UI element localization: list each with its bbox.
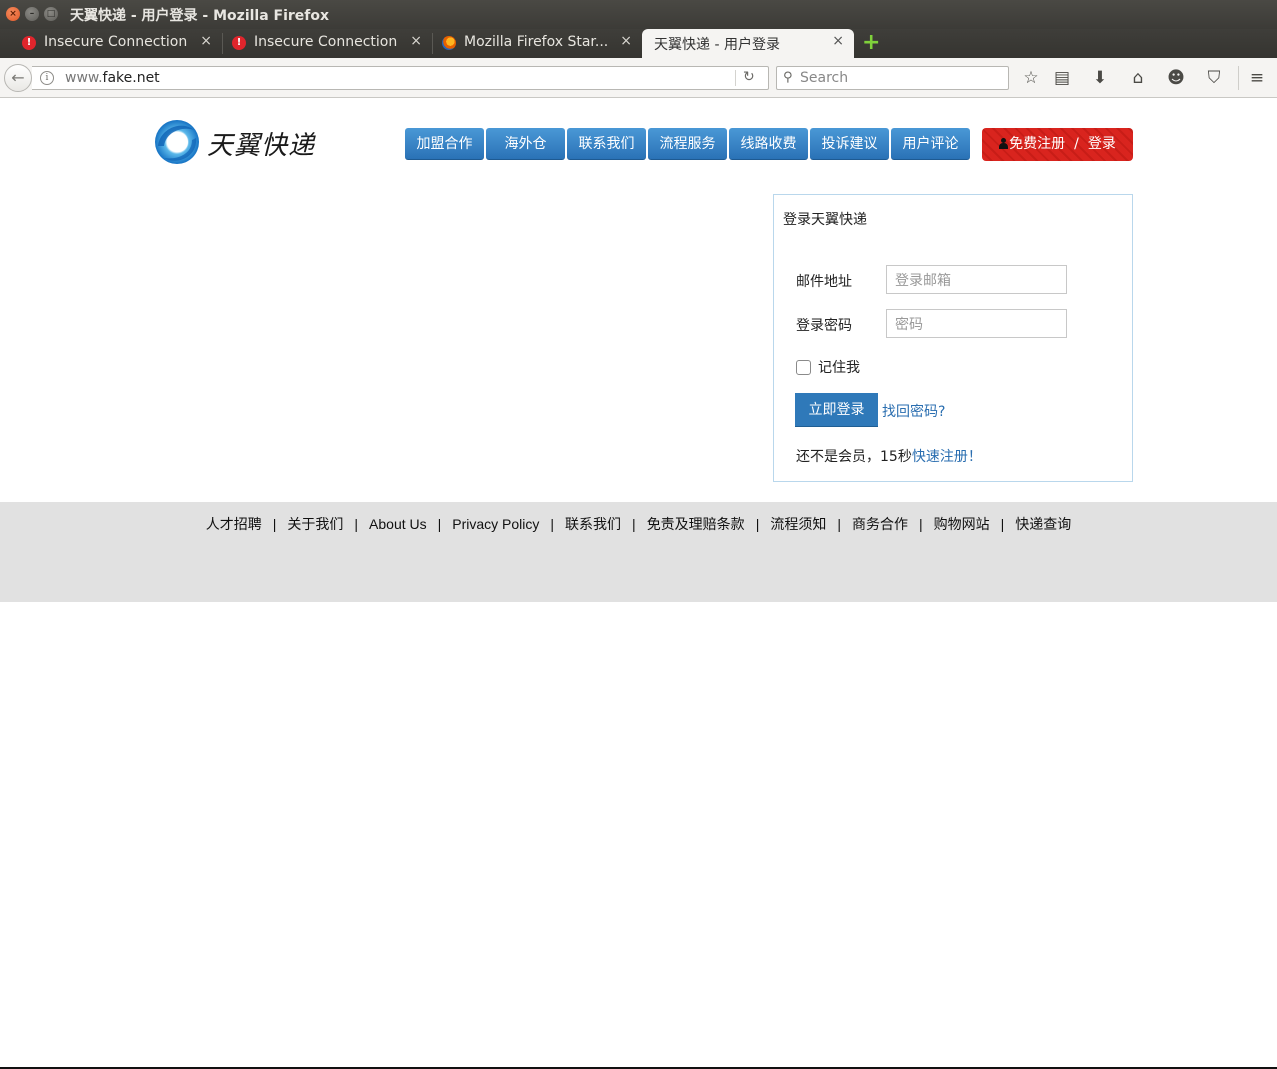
footer-separator: |	[437, 516, 442, 532]
footer-link-about-us[interactable]: About Us	[369, 516, 427, 532]
tab-close-icon[interactable]: ×	[832, 33, 844, 49]
reading-list-icon[interactable]: ▤	[1051, 67, 1073, 89]
home-icon[interactable]: ⌂	[1127, 67, 1149, 89]
footer-separator: |	[918, 516, 923, 532]
footer-link-careers[interactable]: 人才招聘	[206, 514, 262, 534]
footer-separator: |	[1000, 516, 1005, 532]
email-field[interactable]: 登录邮箱	[886, 265, 1067, 294]
not-member-text: 还不是会员，15秒快速注册！	[796, 446, 982, 466]
footer-separator: |	[755, 516, 760, 532]
menu-icon[interactable]: ≡	[1246, 67, 1268, 89]
chat-icon[interactable]: ☻	[1165, 67, 1187, 89]
toolbar-separator	[1238, 66, 1239, 90]
footer-separator: |	[550, 516, 555, 532]
download-icon[interactable]: ⬇	[1089, 67, 1111, 89]
footer-link-disclaimer[interactable]: 免责及理赔条款	[647, 514, 745, 534]
site-logo[interactable]: 天翼快递	[152, 116, 322, 168]
tab-label: Insecure Connection	[254, 34, 398, 50]
forgot-password-link[interactable]: 找回密码?	[882, 401, 945, 421]
url-bar[interactable]: i www.fake.net ↻	[32, 66, 769, 90]
new-tab-icon[interactable]: +	[862, 32, 880, 54]
remember-me-checkbox[interactable]	[796, 360, 811, 375]
user-icon	[999, 138, 1009, 149]
site-footer: 人才招聘 | 关于我们 | About Us | Privacy Policy | 联系我们 | 免…	[0, 502, 1277, 602]
search-icon: ⚲	[783, 70, 793, 85]
login-link[interactable]: 登录	[1088, 136, 1116, 152]
url-text[interactable]: www.fake.net	[65, 70, 160, 86]
search-input[interactable]: Search	[800, 70, 848, 86]
tab-label: 天翼快递 - 用户登录	[654, 37, 780, 53]
tab-insecure-connection-1[interactable]: ! Insecure Connection ×	[0, 29, 222, 58]
window-close-button[interactable]: ×	[6, 7, 20, 21]
register-link[interactable]: 免费注册	[1009, 136, 1065, 152]
window-minimize-button[interactable]: –	[25, 7, 39, 21]
tab-firefox-start[interactable]: Mozilla Firefox Star... ×	[420, 29, 642, 58]
search-bar[interactable]: ⚲ Search	[776, 66, 1009, 90]
nav-item-overseas-warehouse[interactable]: 海外仓	[486, 128, 565, 160]
register-separator: /	[1074, 136, 1079, 152]
window-titlebar: × – □ 天翼快递 - 用户登录 - Mozilla Firefox	[0, 0, 1277, 29]
password-field[interactable]: 密码	[886, 309, 1067, 338]
not-member-prefix: 还不是会员，15秒	[796, 449, 912, 465]
nav-item-contact[interactable]: 联系我们	[567, 128, 646, 160]
site-info-icon[interactable]: i	[40, 71, 54, 85]
footer-separator: |	[272, 516, 277, 532]
window-maximize-button[interactable]: □	[44, 7, 58, 21]
footer-link-tracking[interactable]: 快递查询	[1015, 514, 1071, 534]
warning-icon: !	[22, 36, 36, 50]
nav-item-process[interactable]: 流程服务	[648, 128, 727, 160]
window-title: 天翼快递 - 用户登录 - Mozilla Firefox	[70, 8, 330, 24]
logo-text: 天翼快递	[207, 131, 316, 161]
password-label: 登录密码	[796, 318, 852, 334]
footer-separator: |	[632, 516, 636, 532]
register-login-button[interactable]: 免费注册 / 登录	[982, 128, 1133, 161]
remember-me-label[interactable]: 记住我	[818, 357, 860, 377]
tab-login-page[interactable]: 天翼快递 - 用户登录 ×	[642, 29, 854, 58]
footer-link-privacy[interactable]: Privacy Policy	[452, 516, 539, 532]
footer-link-about-cn[interactable]: 关于我们	[287, 514, 343, 534]
footer-link-business[interactable]: 商务合作	[852, 514, 908, 534]
warning-icon: !	[232, 36, 246, 50]
pocket-icon[interactable]: ⛉	[1203, 67, 1225, 89]
nav-item-join[interactable]: 加盟合作	[405, 128, 484, 160]
login-panel: 登录天翼快递 邮件地址 登录邮箱 登录密码 密码 记住我 立即登录 找回密码? …	[773, 194, 1133, 482]
footer-link-process-notes[interactable]: 流程须知	[770, 514, 826, 534]
email-label: 邮件地址	[796, 274, 852, 290]
nav-item-reviews[interactable]: 用户评论	[891, 128, 970, 160]
tab-label: Mozilla Firefox Star...	[464, 34, 609, 50]
navigation-toolbar: ← i www.fake.net ↻ ⚲ Search ☆ ▤ ⬇ ⌂ ☻ ⛉ …	[0, 58, 1277, 98]
reload-icon[interactable]: ↻	[743, 69, 755, 85]
login-panel-title: 登录天翼快递	[783, 212, 867, 228]
web-page: 天翼快递 加盟合作 海外仓 联系我们 流程服务 线路收费 投诉建议 用户评论 免…	[0, 98, 1277, 1069]
tab-insecure-connection-2[interactable]: ! Insecure Connection ×	[210, 29, 432, 58]
tab-strip: ! Insecure Connection × ! Insecure Conne…	[0, 29, 1277, 58]
url-separator	[735, 70, 736, 86]
footer-links: 人才招聘 | 关于我们 | About Us | Privacy Policy | 联系我们 | 免…	[0, 514, 1277, 534]
login-submit-button[interactable]: 立即登录	[795, 393, 878, 427]
url-prefix: www.	[65, 70, 103, 86]
footer-link-shopping[interactable]: 购物网站	[934, 514, 990, 534]
bookmark-star-icon[interactable]: ☆	[1020, 67, 1042, 89]
tab-label: Insecure Connection	[44, 34, 188, 50]
footer-link-contact[interactable]: 联系我们	[565, 514, 621, 534]
tab-close-icon[interactable]: ×	[620, 33, 632, 49]
url-domain: fake.net	[102, 70, 160, 86]
quick-register-link[interactable]: 快速注册！	[912, 449, 982, 465]
footer-separator: |	[354, 516, 359, 532]
back-button[interactable]: ←	[4, 64, 32, 92]
nav-item-complaints[interactable]: 投诉建议	[810, 128, 889, 160]
footer-separator: |	[837, 516, 841, 532]
nav-item-pricing[interactable]: 线路收费	[729, 128, 808, 160]
firefox-icon	[442, 36, 456, 50]
logo-swirl-icon	[155, 120, 199, 164]
